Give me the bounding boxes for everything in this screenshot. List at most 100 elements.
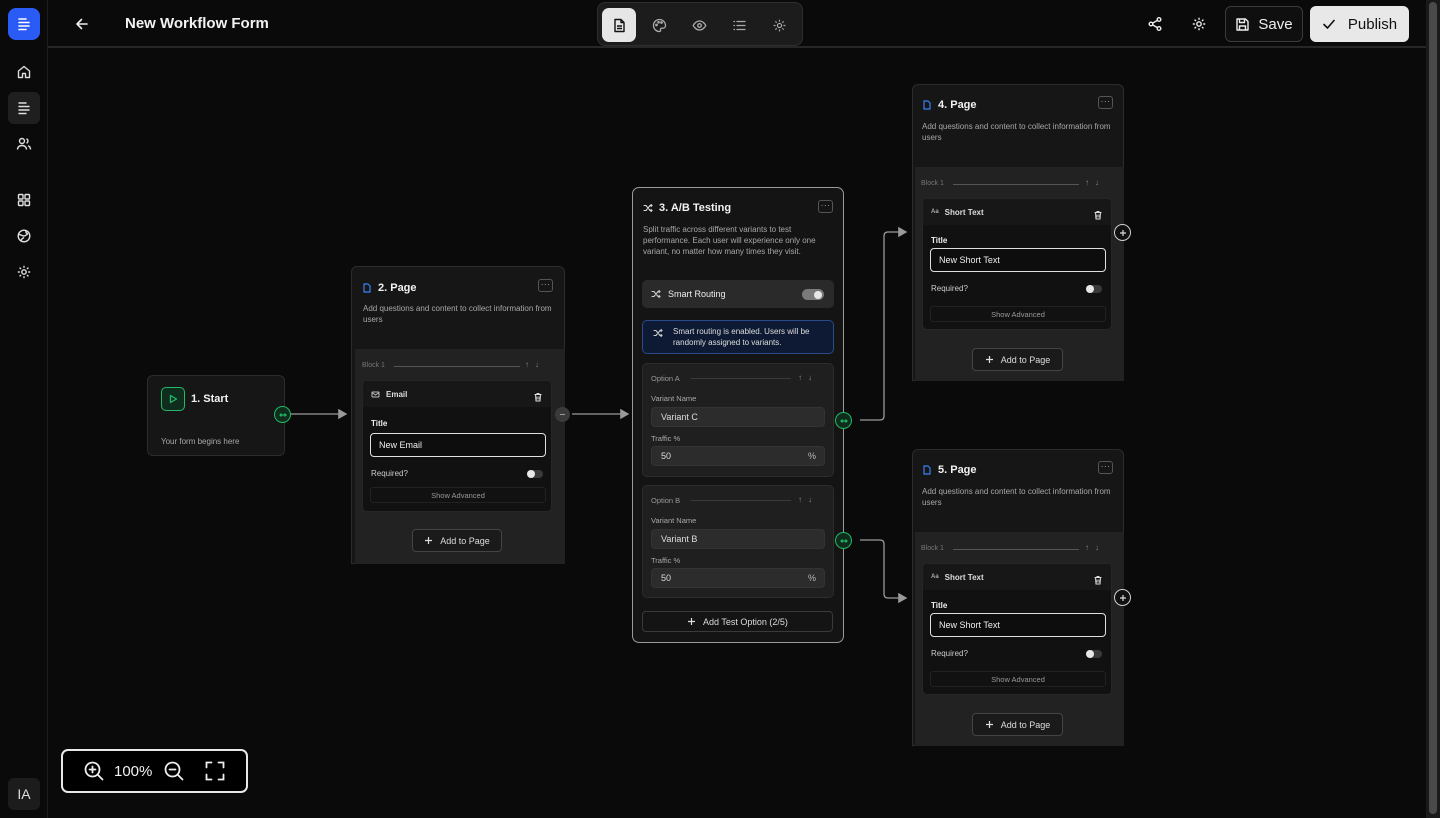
- publish-button[interactable]: Publish: [1310, 6, 1409, 42]
- sidebar-item-home[interactable]: [8, 56, 40, 88]
- option-label: Option B: [651, 496, 681, 505]
- plus-icon: [1119, 229, 1126, 236]
- required-toggle[interactable]: [1086, 650, 1102, 658]
- plus-icon: [985, 356, 993, 363]
- gear-icon: [1192, 17, 1206, 31]
- show-advanced-button[interactable]: Show Advanced: [930, 306, 1106, 322]
- title-input[interactable]: New Short Text: [930, 248, 1106, 272]
- title-input[interactable]: New Short Text: [930, 613, 1106, 637]
- sidebar-item-apps[interactable]: [8, 184, 40, 216]
- tab-design[interactable]: [642, 8, 676, 42]
- traffic-label: Traffic %: [651, 556, 681, 565]
- sidebar-item-forms[interactable]: [8, 92, 40, 124]
- test-option-b[interactable]: Option B ↑↓ Variant Name Variant B Traff…: [642, 485, 834, 598]
- title-label: Title: [371, 419, 388, 428]
- option-a-output-handle[interactable]: [835, 412, 852, 429]
- delete-button[interactable]: [1093, 207, 1103, 225]
- smart-routing-toggle[interactable]: [802, 289, 824, 300]
- scrollbar-thumb[interactable]: [1429, 2, 1437, 814]
- node-title-text: 5. Page: [938, 464, 977, 476]
- delete-button[interactable]: [1093, 572, 1103, 590]
- zoom-out-button[interactable]: [163, 760, 185, 782]
- workflow-canvas[interactable]: 1. Start Your form begins here 2. Page ·…: [48, 50, 1426, 818]
- scrollbar[interactable]: [1426, 0, 1440, 818]
- tab-settings[interactable]: [762, 8, 796, 42]
- email-icon: [371, 391, 380, 397]
- app-logo[interactable]: [8, 8, 40, 40]
- required-label: Required?: [931, 649, 968, 658]
- node-page-4[interactable]: 4. Page ··· Add questions and content to…: [912, 84, 1124, 381]
- option-move-arrows[interactable]: ↑↓: [798, 495, 818, 504]
- share-button[interactable]: [1143, 12, 1167, 36]
- field-card[interactable]: Email Title New Email Required? Show Adv…: [362, 380, 552, 512]
- sidebar-item-globe[interactable]: [8, 220, 40, 252]
- block-move-arrows[interactable]: ↑↓: [525, 360, 545, 369]
- node-page-2[interactable]: 2. Page ··· Add questions and content to…: [351, 266, 565, 564]
- save-button[interactable]: Save: [1225, 6, 1303, 42]
- title-input[interactable]: New Email: [370, 433, 546, 457]
- option-b-output-handle[interactable]: [835, 532, 852, 549]
- sidebar-item-settings[interactable]: [8, 256, 40, 288]
- variant-name-input[interactable]: Variant B: [651, 529, 825, 549]
- traffic-input[interactable]: 50 %: [651, 446, 825, 466]
- required-toggle[interactable]: [1086, 285, 1102, 293]
- add-to-page-button[interactable]: Add to Page: [972, 713, 1063, 736]
- option-label: Option A: [651, 374, 680, 383]
- more-options-button[interactable]: ···: [1098, 461, 1113, 474]
- block-move-arrows[interactable]: ↑↓: [1085, 178, 1105, 187]
- floppy-disk-icon: [1236, 17, 1250, 31]
- more-options-button[interactable]: ···: [538, 279, 553, 292]
- block-move-arrows[interactable]: ↑↓: [1085, 543, 1105, 552]
- add-next-node-button[interactable]: [1114, 224, 1131, 241]
- field-type: Email: [386, 389, 408, 399]
- output-handle[interactable]: [274, 406, 291, 423]
- variant-name-input[interactable]: Variant C: [651, 407, 825, 427]
- percent-unit: %: [807, 451, 816, 461]
- node-ab-testing[interactable]: 3. A/B Testing ··· Split traffic across …: [632, 187, 844, 643]
- sidebar-item-users[interactable]: [8, 128, 40, 160]
- tab-preview[interactable]: [682, 8, 716, 42]
- add-test-option-button[interactable]: Add Test Option (2/5): [642, 611, 833, 632]
- show-advanced-button[interactable]: Show Advanced: [930, 671, 1106, 687]
- back-button[interactable]: [70, 12, 94, 36]
- title-label: Title: [931, 601, 948, 610]
- node-page-5[interactable]: 5. Page ··· Add questions and content to…: [912, 449, 1124, 746]
- show-advanced-button[interactable]: Show Advanced: [370, 487, 546, 503]
- traffic-value: 50: [661, 451, 672, 461]
- page-icon: [363, 283, 371, 293]
- zoom-in-button[interactable]: [83, 760, 105, 782]
- traffic-input[interactable]: 50 %: [651, 568, 825, 588]
- required-label: Required?: [931, 284, 968, 293]
- fit-view-button[interactable]: [205, 761, 225, 781]
- option-move-arrows[interactable]: ↑↓: [798, 373, 818, 382]
- divider: [953, 549, 1079, 550]
- delete-button[interactable]: [533, 389, 543, 407]
- trash-icon: [1094, 211, 1102, 220]
- output-handle[interactable]: [555, 407, 570, 422]
- required-toggle[interactable]: [527, 470, 543, 478]
- avatar[interactable]: IA: [8, 778, 40, 810]
- node-title-text: 4. Page: [938, 99, 977, 111]
- tab-responses[interactable]: [722, 8, 756, 42]
- traffic-value: 50: [661, 573, 672, 583]
- trash-icon: [534, 393, 542, 402]
- add-to-page-button[interactable]: Add to Page: [412, 529, 502, 552]
- divider: [394, 366, 520, 367]
- smart-routing-label: Smart Routing: [668, 289, 726, 299]
- title-label: Title: [931, 236, 948, 245]
- settings-button[interactable]: [1187, 12, 1211, 36]
- smart-routing-info-text: Smart routing is enabled. Users will be …: [673, 327, 810, 347]
- more-options-button[interactable]: ···: [1098, 96, 1113, 109]
- tab-build[interactable]: [602, 8, 636, 42]
- node-start[interactable]: 1. Start Your form begins here: [147, 375, 285, 456]
- field-card[interactable]: Aa Short Text Title New Short Text Requi…: [922, 563, 1112, 695]
- node-desc: Add questions and content to collect inf…: [922, 487, 1111, 507]
- plus-icon: [1119, 594, 1126, 601]
- test-option-a[interactable]: Option A ↑↓ Variant Name Variant C Traff…: [642, 363, 834, 477]
- add-next-node-button[interactable]: [1114, 589, 1131, 606]
- trash-icon: [1094, 576, 1102, 585]
- add-to-page-button[interactable]: Add to Page: [972, 348, 1063, 371]
- link-icon: [278, 412, 287, 417]
- field-card[interactable]: Aa Short Text Title New Short Text Requi…: [922, 198, 1112, 330]
- more-options-button[interactable]: ···: [818, 200, 833, 213]
